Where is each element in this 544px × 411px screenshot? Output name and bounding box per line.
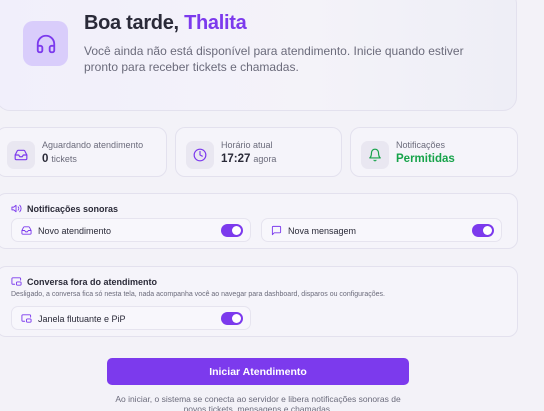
new-message-label: Nova mensagem — [288, 225, 357, 236]
new-ticket-label: Novo atendimento — [38, 225, 112, 236]
stat-unit: tickets — [51, 154, 77, 164]
stat-card-waiting: Aguardando atendimento 0 tickets — [0, 127, 167, 177]
new-ticket-toggle[interactable] — [221, 224, 243, 237]
inbox-icon — [7, 141, 35, 169]
outside-conversation-panel: Conversa fora do atendimento Desligado, … — [0, 266, 518, 337]
footer-note: Ao iniciar, o sistema se conecta ao serv… — [115, 394, 401, 411]
headphones-icon — [23, 21, 68, 66]
clock-icon — [186, 141, 214, 169]
floating-window-toggle[interactable] — [221, 312, 243, 325]
bell-icon — [361, 141, 389, 169]
new-message-toggle[interactable] — [472, 224, 494, 237]
notification-status: Permitidas — [396, 153, 455, 165]
stat-label: Notificações — [396, 140, 446, 150]
new-message-sound-row[interactable]: Nova mensagem — [261, 218, 502, 242]
section-title: Conversa fora do atendimento — [11, 276, 157, 287]
current-time: 17:27 — [221, 153, 251, 165]
waiting-count: 0 — [42, 153, 49, 165]
toggle-knob — [232, 314, 241, 323]
sound-notifications-panel: Notificações sonoras Novo atendimento No… — [0, 193, 518, 249]
stat-label: Aguardando atendimento — [42, 140, 144, 150]
stat-card-notifications: Notificações Permitidas — [350, 127, 518, 177]
row-label: Novo atendimento — [21, 225, 111, 236]
sound-notifications-title: Notificações sonoras — [27, 203, 119, 214]
availability-description: Você ainda não está disponível para aten… — [84, 44, 464, 74]
toggle-knob — [232, 226, 241, 235]
inbox-icon — [21, 225, 32, 236]
message-icon — [271, 225, 282, 236]
greeting-prefix: Boa tarde, — [84, 12, 179, 34]
stat-value: 0 tickets — [42, 153, 77, 165]
stat-label: Horário atual — [221, 140, 273, 150]
stat-value: 17:27 agora — [221, 153, 276, 165]
toggle-knob — [483, 226, 492, 235]
row-label: Nova mensagem — [271, 225, 356, 236]
welcome-banner: Boa tarde, Thalita Você ainda não está d… — [0, 0, 517, 111]
picture-in-picture-icon — [21, 313, 32, 324]
new-ticket-sound-row[interactable]: Novo atendimento — [11, 218, 251, 242]
volume-icon — [11, 203, 22, 214]
outside-conversation-title: Conversa fora do atendimento — [27, 276, 158, 287]
floating-window-row[interactable]: Janela flutuante e PiP — [11, 306, 251, 330]
section-title: Notificações sonoras — [11, 203, 118, 214]
user-name: Thalita — [184, 12, 247, 34]
outside-conversation-description: Desligado, a conversa fica só nesta tela… — [11, 291, 385, 298]
floating-window-label: Janela flutuante e PiP — [38, 313, 126, 324]
stat-unit: agora — [253, 154, 277, 164]
stat-card-time: Horário atual 17:27 agora — [175, 127, 342, 177]
row-label: Janela flutuante e PiP — [21, 313, 126, 324]
start-attendance-button[interactable]: Iniciar Atendimento — [107, 358, 409, 385]
page-title: Boa tarde, Thalita — [84, 12, 247, 35]
picture-in-picture-icon — [11, 276, 22, 287]
